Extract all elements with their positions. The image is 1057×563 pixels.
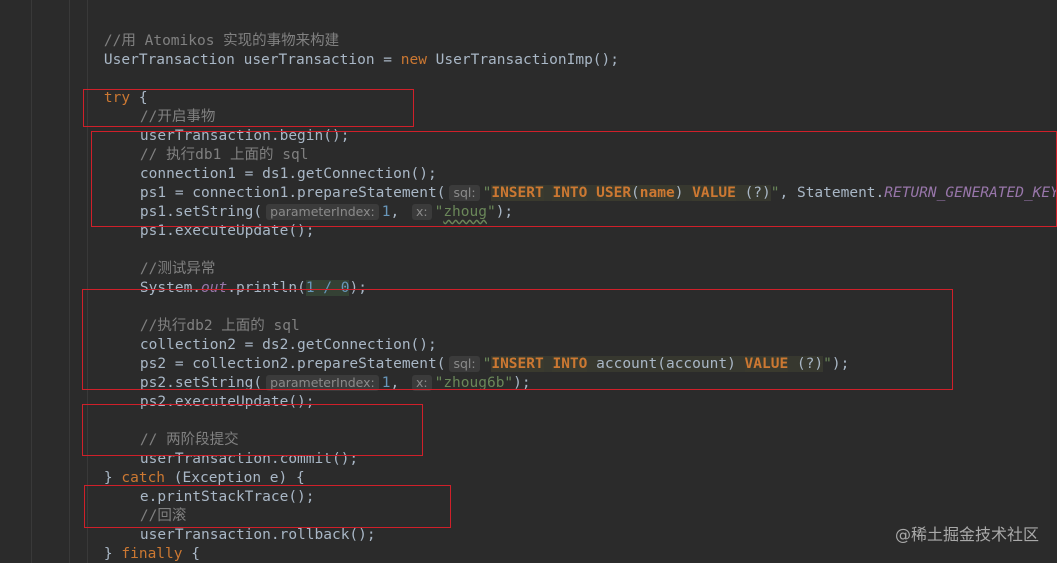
highlight-box-db2: [82, 289, 953, 390]
code-text: UserTransactionImp();: [426, 52, 619, 68]
indent-guide: [31, 0, 32, 563]
highlight-box-rollback: [84, 485, 451, 528]
code-text: UserTransaction userTransaction =: [103, 52, 401, 68]
code-line: try {: [69, 70, 148, 106]
code-line: try {: [105, 545, 184, 563]
code-line: //测试异常: [105, 241, 215, 277]
code-line: System.out.println(1 / 0);: [105, 260, 367, 296]
code-line: UserTransaction userTransaction = new Us…: [69, 32, 619, 68]
keyword-new: new: [400, 52, 427, 68]
code-line: //用 Atomikos 实现的事物来构建: [69, 13, 339, 49]
code-text: {: [182, 546, 200, 562]
highlight-box-commit: [82, 404, 423, 456]
watermark: @稀土掘金技术社区: [894, 525, 1039, 544]
highlight-box-db1: [91, 131, 1057, 227]
code-editor[interactable]: //用 Atomikos 实现的事物来构建 UserTransaction us…: [0, 0, 1057, 563]
code-line: } finally {: [69, 526, 200, 562]
highlight-box-begin: [83, 89, 414, 127]
